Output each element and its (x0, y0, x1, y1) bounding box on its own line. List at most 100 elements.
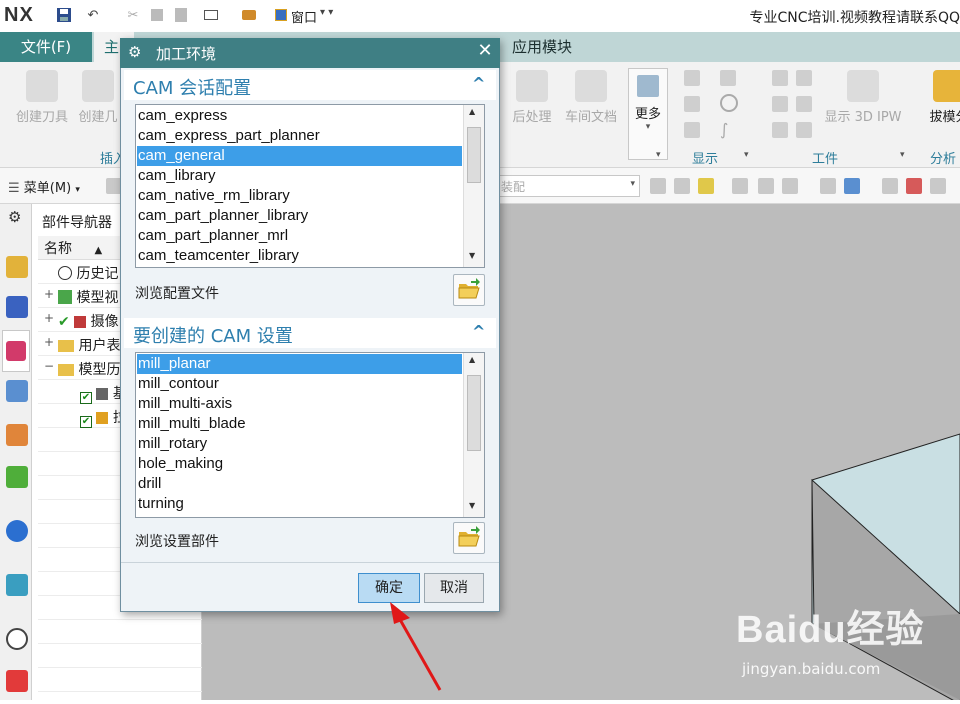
create-tool-button[interactable]: 创建刀具 (10, 70, 74, 125)
expand-icon[interactable]: + (44, 311, 54, 325)
scroll-down-icon[interactable]: ▼ (469, 501, 475, 510)
session-section-heading: CAM 会话配置 (133, 78, 252, 99)
undo-icon[interactable]: ↶ (84, 6, 102, 24)
shaded-view-icon[interactable] (820, 178, 836, 194)
more-button[interactable]: 更多 ▾ (628, 68, 668, 160)
scroll-down-icon[interactable]: ▼ (469, 251, 475, 260)
expand-icon[interactable]: + (44, 335, 54, 349)
browse-setup-button[interactable] (453, 522, 485, 554)
nav-item-user-expressions[interactable]: 用户表 (58, 335, 120, 355)
window-menu[interactable]: 窗口 (291, 7, 317, 26)
window-menu-icon[interactable] (272, 6, 290, 24)
roles-icon[interactable] (6, 670, 28, 692)
snap-icon[interactable] (650, 178, 666, 194)
workpiece-option-icon[interactable] (796, 96, 812, 112)
assembly-navigator-icon[interactable] (6, 256, 28, 278)
cube-view-icon[interactable] (844, 178, 860, 194)
copy-icon[interactable] (148, 6, 166, 24)
draft-analysis-button[interactable]: 拔模分 (924, 70, 960, 125)
snap-icon[interactable] (674, 178, 690, 194)
checkbox-icon[interactable]: ✔ (80, 416, 92, 428)
list-item[interactable]: cam_library (137, 166, 462, 186)
list-item[interactable]: turning (137, 494, 462, 514)
shop-doc-button[interactable]: 车间文档 (560, 70, 622, 125)
gear-icon[interactable]: ⚙ (128, 43, 141, 61)
constraint-navigator-icon[interactable] (6, 296, 28, 318)
scroll-up-icon[interactable]: ▲ (469, 107, 475, 116)
history-clock-icon[interactable] (6, 628, 28, 650)
list-item[interactable]: mill_contour (137, 374, 462, 394)
zoom-icon[interactable] (906, 178, 922, 194)
display-option-icon[interactable] (684, 70, 700, 86)
close-icon[interactable]: ✕ (474, 40, 496, 61)
workpiece-option-icon[interactable] (796, 122, 812, 138)
scrollbar-thumb[interactable] (467, 375, 481, 451)
curve-icon[interactable]: ∫ (720, 120, 728, 139)
chevron-up-icon[interactable]: ^ (472, 74, 485, 93)
paste-icon[interactable] (172, 6, 190, 24)
web-browser-icon[interactable] (6, 574, 28, 596)
session-list-scrollbar[interactable]: ▲ ▼ (463, 105, 484, 267)
group-expand-icon[interactable]: ▾ (900, 150, 905, 160)
fit-view-icon[interactable] (882, 178, 898, 194)
nav-item-cameras[interactable]: ✔ 摄像 (58, 311, 119, 331)
info-icon[interactable] (6, 520, 28, 542)
list-item[interactable]: cam_native_rm_library (137, 186, 462, 206)
gear-icon[interactable]: ⚙ (8, 208, 21, 226)
list-item[interactable]: mill_rotary (137, 434, 462, 454)
save-icon[interactable] (55, 6, 73, 24)
list-item[interactable]: cam_express_part_planner (137, 126, 462, 146)
tab-file[interactable]: 文件(F) (0, 32, 92, 62)
tab-applications[interactable]: 应用模块 (502, 32, 582, 62)
scrollbar-thumb[interactable] (467, 127, 481, 183)
nav-item-history[interactable]: 历史记 (58, 263, 118, 283)
list-item[interactable]: cam_part_planner_library (137, 206, 462, 226)
assembly-filter-select[interactable]: 装配 ▾ (496, 175, 640, 197)
list-item[interactable]: mill_planar (137, 354, 462, 374)
menu-button[interactable]: ☰ 菜单(M) ▾ (8, 177, 80, 196)
list-item[interactable]: hole_making (137, 454, 462, 474)
checkbox-icon[interactable]: ✔ (80, 392, 92, 404)
display-option-icon[interactable] (720, 70, 736, 86)
list-item[interactable]: mill_multi-axis (137, 394, 462, 414)
group-expand-icon[interactable]: ▾ (744, 150, 749, 160)
reuse-library-icon[interactable] (6, 466, 28, 488)
chevron-up-icon[interactable]: ^ (472, 322, 485, 341)
scroll-up-icon[interactable]: ▲ (469, 355, 475, 364)
nav-item-model-history[interactable]: 模型历 (58, 359, 120, 379)
workpiece-option-icon[interactable] (796, 70, 812, 86)
nav-item-model-views[interactable]: 模型视 (58, 287, 118, 307)
cut-icon[interactable]: ✂ (124, 6, 142, 24)
setup-list-scrollbar[interactable]: ▲ ▼ (463, 353, 484, 517)
snap-point-icon[interactable] (698, 178, 714, 194)
list-item[interactable]: cam_teamcenter_library (137, 246, 462, 266)
snap-icon[interactable] (758, 178, 774, 194)
create-geometry-button[interactable]: 创建几 (76, 70, 120, 125)
browse-config-button[interactable] (453, 274, 485, 306)
quick-access-dropdown-icon[interactable]: ▾ ▾ (320, 7, 333, 18)
list-item[interactable]: cam_general (137, 146, 462, 166)
operation-navigator-icon[interactable] (6, 380, 28, 402)
expand-icon[interactable]: + (44, 287, 54, 301)
machine-tool-icon[interactable] (6, 424, 28, 446)
display-option-icon[interactable] (684, 122, 700, 138)
workpiece-option-icon[interactable] (772, 96, 788, 112)
list-item[interactable]: drill (137, 474, 462, 494)
show-3d-ipw-button[interactable]: 显示 3D IPW (820, 70, 906, 125)
list-item[interactable]: cam_express (137, 106, 462, 126)
rotate-icon[interactable] (930, 178, 946, 194)
workpiece-option-icon[interactable] (772, 70, 788, 86)
postprocess-button[interactable]: 后处理 (506, 70, 558, 125)
list-item[interactable]: mill_multi_blade (137, 414, 462, 434)
touch-mode-icon[interactable] (240, 6, 258, 24)
collapse-icon[interactable]: − (44, 359, 54, 373)
snap-icon[interactable] (732, 178, 748, 194)
display-circle-icon[interactable] (720, 94, 738, 112)
part-navigator-tab[interactable] (2, 330, 30, 372)
display-option-icon[interactable] (684, 96, 700, 112)
workpiece-option-icon[interactable] (772, 122, 788, 138)
select-box-icon[interactable] (782, 178, 798, 194)
group-expand-icon[interactable]: ▾ (656, 150, 661, 160)
window-frame-icon[interactable] (202, 6, 220, 24)
list-item[interactable]: cam_part_planner_mrl (137, 226, 462, 246)
